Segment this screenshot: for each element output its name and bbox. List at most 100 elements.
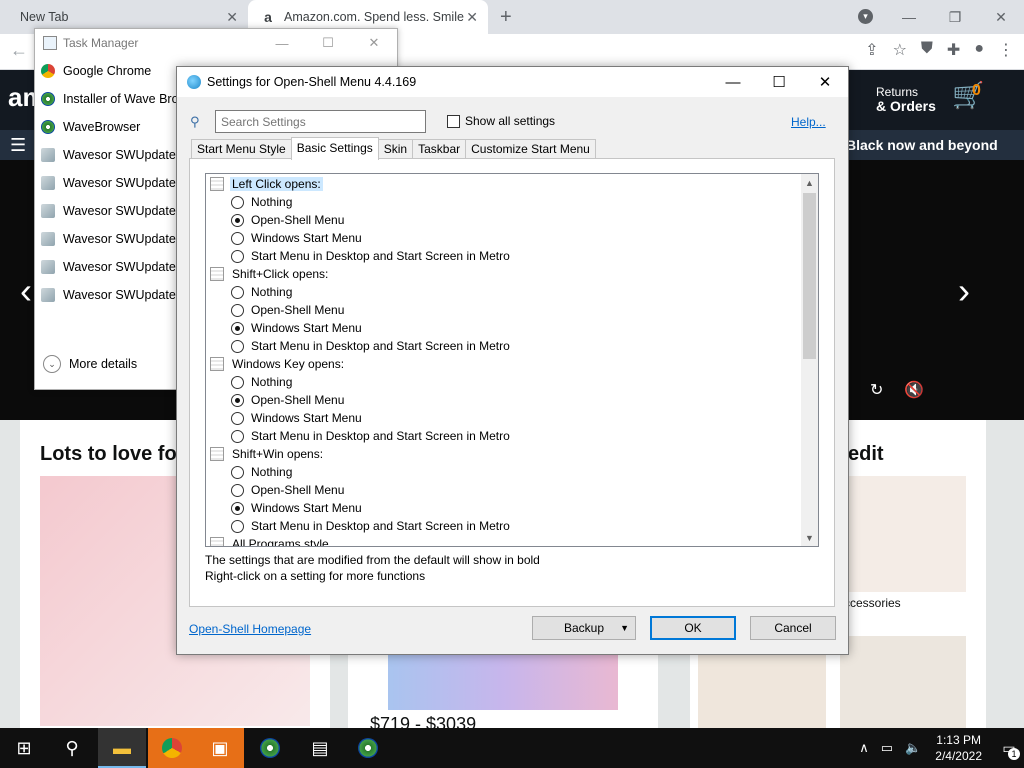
- radio-checked-icon[interactable]: [231, 213, 244, 227]
- hamburger-menu-icon[interactable]: ☰: [10, 135, 26, 156]
- bookmark-star-icon[interactable]: ☆: [893, 40, 907, 60]
- extensions-puzzle-icon[interactable]: ✚: [947, 40, 960, 60]
- radio-unchecked-icon[interactable]: [231, 285, 244, 299]
- mute-icon[interactable]: 🔇: [904, 380, 924, 400]
- chevron-up-icon[interactable]: ∧: [859, 740, 869, 756]
- close-icon[interactable]: ✕: [802, 67, 848, 97]
- setting-option[interactable]: Nothing: [206, 193, 802, 211]
- more-menu-icon[interactable]: ⋮: [998, 40, 1014, 60]
- taskbar-file-explorer[interactable]: ▬: [98, 728, 146, 768]
- setting-option[interactable]: Open-Shell Menu: [206, 391, 802, 409]
- scroll-up-icon[interactable]: ▲: [801, 174, 818, 191]
- radio-unchecked-icon[interactable]: [231, 411, 244, 425]
- setting-option-label: Start Menu in Desktop and Start Screen i…: [251, 249, 510, 263]
- hero-prev-icon[interactable]: ‹: [20, 270, 32, 312]
- ok-button[interactable]: OK: [650, 616, 736, 640]
- search-settings-input[interactable]: [215, 110, 426, 133]
- product-image[interactable]: [388, 650, 618, 710]
- minimize-icon[interactable]: —: [886, 0, 932, 34]
- search-button[interactable]: ⚲: [48, 728, 96, 768]
- setting-option[interactable]: Open-Shell Menu: [206, 301, 802, 319]
- setting-group[interactable]: Shift+Win opens:: [206, 445, 802, 463]
- volume-muted-icon[interactable]: 🔈: [905, 740, 921, 756]
- radio-unchecked-icon[interactable]: [231, 339, 244, 353]
- radio-unchecked-icon[interactable]: [231, 303, 244, 317]
- setting-option[interactable]: Start Menu in Desktop and Start Screen i…: [206, 427, 802, 445]
- radio-unchecked-icon[interactable]: [231, 429, 244, 443]
- tab-customize-start-menu[interactable]: Customize Start Menu: [465, 139, 596, 159]
- network-icon[interactable]: ▭: [881, 740, 893, 756]
- bag-image[interactable]: [840, 636, 966, 728]
- promo-text[interactable]: Black now and beyond: [846, 137, 998, 153]
- taskbar-installer[interactable]: ▣: [196, 728, 244, 768]
- help-link[interactable]: Help...: [791, 115, 826, 129]
- setting-option[interactable]: Nothing: [206, 283, 802, 301]
- radio-unchecked-icon[interactable]: [231, 375, 244, 389]
- tab-basic-settings[interactable]: Basic Settings: [290, 137, 379, 160]
- setting-option[interactable]: Windows Start Menu: [206, 499, 802, 517]
- share-icon[interactable]: ⇪: [865, 40, 878, 60]
- show-all-settings-checkbox[interactable]: Show all settings: [447, 114, 555, 128]
- card-caption[interactable]: ccessories: [844, 596, 901, 610]
- radio-checked-icon[interactable]: [231, 501, 244, 515]
- radio-unchecked-icon[interactable]: [231, 231, 244, 245]
- radio-unchecked-icon[interactable]: [231, 195, 244, 209]
- setting-group[interactable]: Shift+Click opens:: [206, 265, 802, 283]
- setting-group-label: Left Click opens:: [230, 177, 323, 191]
- close-tab-icon[interactable]: ✕: [466, 9, 478, 26]
- back-arrow-icon[interactable]: ←: [10, 40, 28, 61]
- taskbar-wavebrowser[interactable]: [246, 728, 294, 768]
- returns-orders-link[interactable]: Returns & Orders: [876, 85, 936, 114]
- taskbar-chrome[interactable]: [148, 728, 196, 768]
- more-details-button[interactable]: ⌄ More details: [43, 355, 137, 373]
- taskbar-task-manager[interactable]: ▤: [296, 728, 344, 768]
- tab-start-menu-style[interactable]: Start Menu Style: [191, 139, 292, 159]
- maximize-icon[interactable]: ☐: [305, 29, 351, 57]
- setting-option[interactable]: Windows Start Menu: [206, 409, 802, 427]
- open-shell-homepage-link[interactable]: Open-Shell Homepage: [189, 622, 311, 636]
- minimize-icon[interactable]: —: [259, 29, 305, 57]
- minimize-icon[interactable]: —: [710, 67, 756, 97]
- radio-unchecked-icon[interactable]: [231, 519, 244, 533]
- radio-unchecked-icon[interactable]: [231, 483, 244, 497]
- shield-icon[interactable]: ⛊: [921, 40, 933, 60]
- radio-unchecked-icon[interactable]: [231, 465, 244, 479]
- scroll-thumb[interactable]: [803, 193, 816, 359]
- setting-option[interactable]: Nothing: [206, 373, 802, 391]
- replay-icon[interactable]: ↻: [870, 380, 883, 400]
- tab-taskbar[interactable]: Taskbar: [412, 139, 467, 159]
- start-button[interactable]: ⊞: [0, 728, 48, 768]
- notification-center-button[interactable]: ▭ 1: [994, 728, 1024, 768]
- hero-next-icon[interactable]: ›: [958, 270, 970, 312]
- setting-option[interactable]: Open-Shell Menu: [206, 481, 802, 499]
- close-window-icon[interactable]: ✕: [978, 0, 1024, 34]
- cancel-button[interactable]: Cancel: [750, 616, 836, 640]
- radio-checked-icon[interactable]: [231, 321, 244, 335]
- new-tab-button[interactable]: +: [500, 6, 512, 29]
- setting-group[interactable]: All Programs style: [206, 535, 802, 546]
- vertical-scrollbar[interactable]: ▲ ▼: [801, 174, 818, 546]
- radio-checked-icon[interactable]: [231, 393, 244, 407]
- tab-search-icon[interactable]: ▾: [858, 9, 873, 24]
- setting-option[interactable]: Start Menu in Desktop and Start Screen i…: [206, 517, 802, 535]
- profile-avatar-icon[interactable]: ●: [974, 40, 984, 60]
- close-icon[interactable]: ✕: [351, 29, 397, 57]
- setting-group[interactable]: Left Click opens:: [206, 175, 802, 193]
- scroll-down-icon[interactable]: ▼: [801, 529, 818, 546]
- backup-button[interactable]: Backup ▼: [532, 616, 636, 640]
- restore-icon[interactable]: ❐: [932, 0, 978, 34]
- setting-option[interactable]: Nothing: [206, 463, 802, 481]
- setting-option[interactable]: Windows Start Menu: [206, 319, 802, 337]
- close-tab-icon[interactable]: ✕: [226, 9, 238, 26]
- clock[interactable]: 1:13 PM 2/4/2022: [935, 732, 982, 764]
- setting-option[interactable]: Open-Shell Menu: [206, 211, 802, 229]
- setting-group[interactable]: Windows Key opens:: [206, 355, 802, 373]
- setting-option[interactable]: Windows Start Menu: [206, 229, 802, 247]
- radio-unchecked-icon[interactable]: [231, 249, 244, 263]
- headband-image[interactable]: [840, 476, 966, 592]
- taskbar-wavebrowser-2[interactable]: [344, 728, 392, 768]
- tab-skin[interactable]: Skin: [377, 139, 414, 159]
- setting-option[interactable]: Start Menu in Desktop and Start Screen i…: [206, 337, 802, 355]
- maximize-icon[interactable]: ☐: [756, 67, 802, 97]
- setting-option[interactable]: Start Menu in Desktop and Start Screen i…: [206, 247, 802, 265]
